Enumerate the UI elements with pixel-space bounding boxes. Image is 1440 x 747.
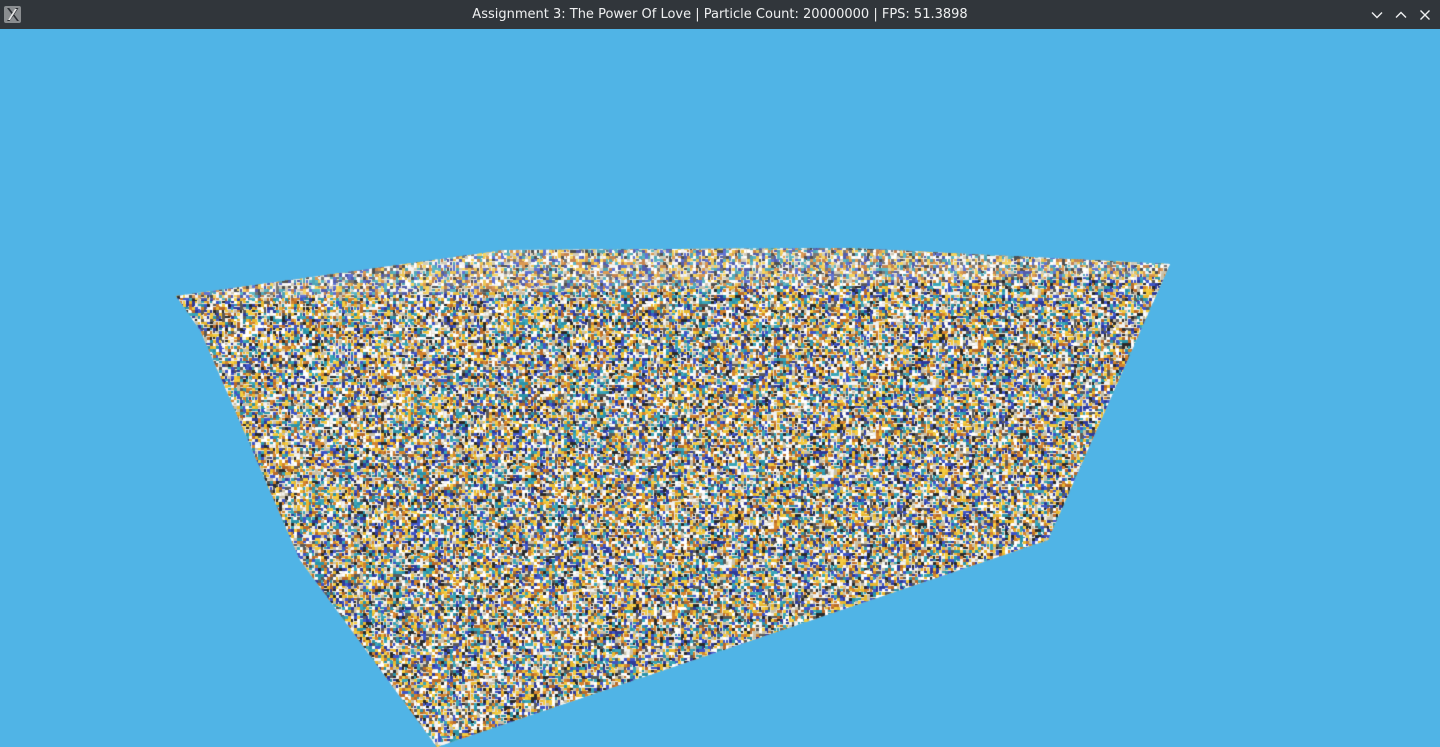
- chevron-up-icon: [1395, 11, 1407, 18]
- close-icon: [1420, 9, 1430, 20]
- minimize-button[interactable]: [1368, 6, 1386, 24]
- chevron-down-icon: [1371, 11, 1383, 18]
- particle-box: [0, 29, 1440, 747]
- window-title: Assignment 3: The Power Of Love | Partic…: [472, 7, 968, 22]
- window-controls: [1368, 0, 1434, 29]
- close-button[interactable]: [1416, 6, 1434, 24]
- app-window: Assignment 3: The Power Of Love | Partic…: [0, 0, 1440, 747]
- render-viewport[interactable]: [0, 29, 1440, 747]
- title-bar[interactable]: Assignment 3: The Power Of Love | Partic…: [0, 0, 1440, 29]
- maximize-button[interactable]: [1392, 6, 1410, 24]
